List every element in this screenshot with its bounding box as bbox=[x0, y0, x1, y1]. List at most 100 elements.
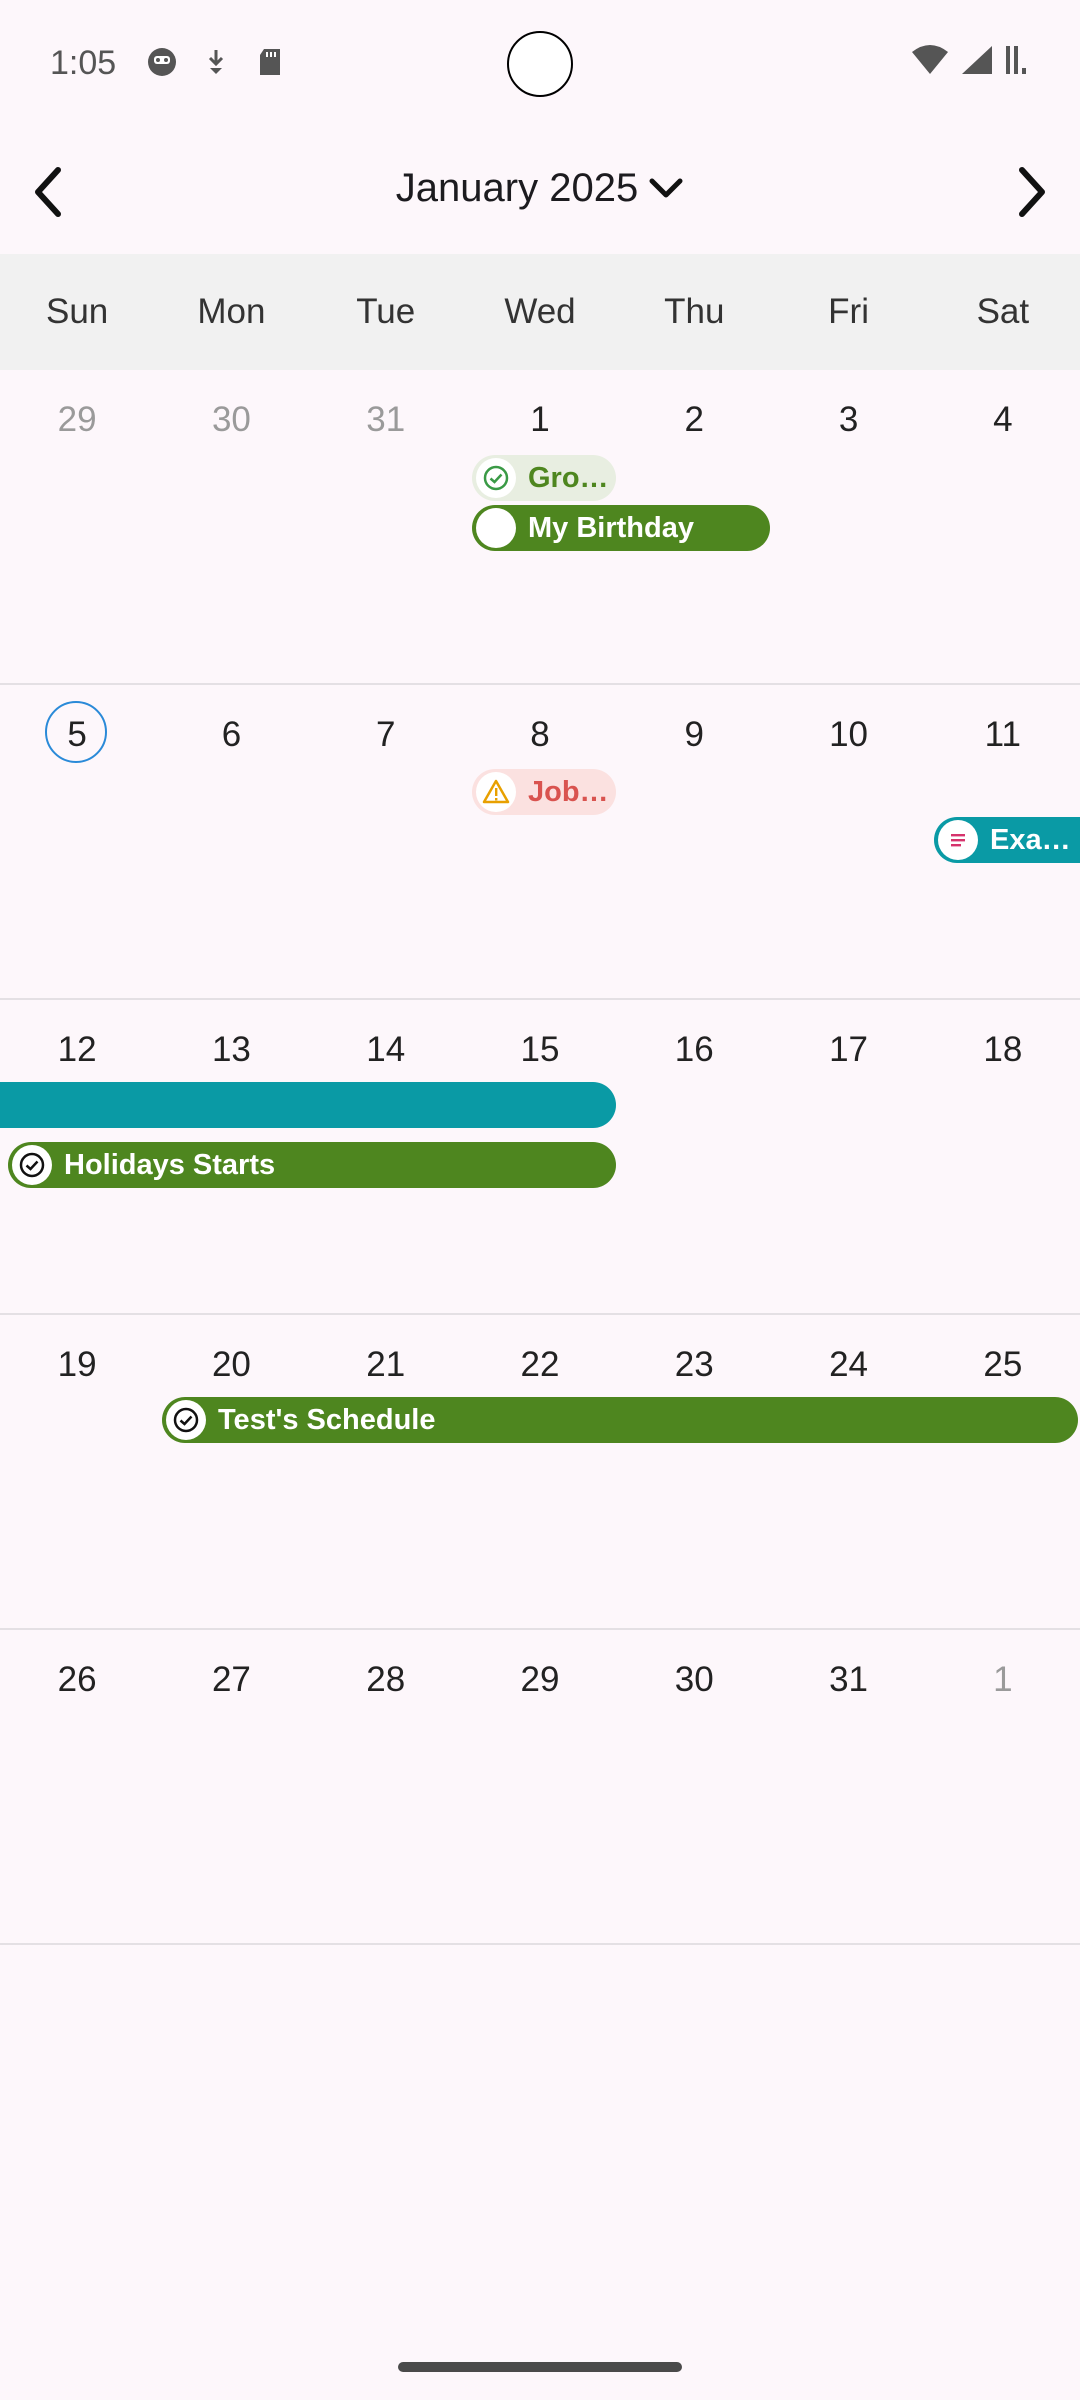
day-cell[interactable]: 31 bbox=[771, 1630, 925, 1943]
day-number: 31 bbox=[366, 400, 406, 439]
month-selector[interactable]: January 2025 bbox=[0, 166, 1080, 211]
day-cell[interactable]: 18 bbox=[926, 1000, 1080, 1313]
day-number: 4 bbox=[993, 400, 1013, 439]
day-number: 7 bbox=[375, 715, 396, 754]
check-circle-icon bbox=[12, 1145, 52, 1185]
event-label: Gro… bbox=[528, 461, 609, 494]
event-label: Holidays Starts bbox=[64, 1148, 276, 1181]
download-icon bbox=[208, 50, 224, 74]
day-number: 29 bbox=[57, 400, 97, 439]
day-number: 13 bbox=[211, 1030, 251, 1069]
weekday-label: Wed bbox=[504, 292, 576, 331]
day-number: 9 bbox=[684, 715, 704, 754]
day-number: 1 bbox=[993, 1660, 1013, 1699]
weekday-label: Tue bbox=[356, 292, 416, 331]
day-number: 2 bbox=[684, 400, 704, 439]
day-number: 29 bbox=[520, 1660, 560, 1699]
event-label: Job… bbox=[528, 775, 609, 808]
check-circle-icon bbox=[476, 458, 516, 498]
event-groceries[interactable]: Gro… bbox=[472, 455, 616, 501]
day-cell[interactable]: 24 bbox=[771, 1315, 925, 1628]
calendar-week: 19 20 21 22 23 24 25 Test's Schedule bbox=[0, 1315, 1080, 1630]
day-cell[interactable]: 17 bbox=[771, 1000, 925, 1313]
day-cell[interactable]: 30 bbox=[617, 1630, 771, 1943]
day-number: 30 bbox=[674, 1660, 714, 1699]
notes-icon bbox=[938, 820, 978, 860]
status-icons-left bbox=[146, 46, 286, 78]
warning-icon bbox=[476, 772, 516, 812]
day-cell[interactable]: 4 bbox=[926, 370, 1080, 683]
circle-icon bbox=[476, 508, 516, 548]
day-number: 10 bbox=[829, 715, 869, 754]
day-number: 26 bbox=[57, 1660, 97, 1699]
day-cell[interactable]: 27 bbox=[154, 1630, 308, 1943]
weekday-label: Mon bbox=[197, 292, 266, 331]
day-cell[interactable]: 6 bbox=[154, 685, 308, 998]
weekday-label: Sat bbox=[976, 292, 1030, 331]
camera-cutout bbox=[507, 31, 573, 97]
day-number: 30 bbox=[211, 400, 251, 439]
day-cell[interactable]: 29 bbox=[0, 370, 154, 683]
day-cell[interactable]: 25 bbox=[926, 1315, 1080, 1628]
calendar-week: 26 27 28 29 30 31 1 bbox=[0, 1630, 1080, 1945]
home-indicator[interactable] bbox=[398, 2362, 682, 2372]
day-cell[interactable]: 31 bbox=[309, 370, 463, 683]
status-bar: 1:05 bbox=[0, 0, 1080, 130]
day-number: 23 bbox=[674, 1345, 714, 1384]
chevron-down-icon bbox=[649, 178, 683, 197]
weekday-label: Sun bbox=[46, 292, 109, 331]
day-cell[interactable]: 3 bbox=[771, 370, 925, 683]
day-number: 12 bbox=[57, 1030, 97, 1069]
event-label: My Birthday bbox=[528, 511, 694, 544]
event-holidays-starts[interactable]: Holidays Starts bbox=[8, 1142, 616, 1188]
day-cell[interactable]: 10 bbox=[771, 685, 925, 998]
calendar-week: 12 13 14 15 16 17 18 Holidays Starts bbox=[0, 1000, 1080, 1315]
battery-icon bbox=[1006, 46, 1026, 74]
day-cell[interactable]: 19 bbox=[0, 1315, 154, 1628]
wifi-icon bbox=[912, 45, 948, 74]
day-number: 22 bbox=[520, 1345, 560, 1384]
day-number: 25 bbox=[983, 1345, 1023, 1384]
day-cell[interactable]: 9 bbox=[617, 685, 771, 998]
day-cell[interactable]: 5 bbox=[0, 685, 154, 998]
day-cell[interactable]: 26 bbox=[0, 1630, 154, 1943]
event-tests-schedule[interactable]: Test's Schedule bbox=[162, 1397, 1078, 1443]
event-label: Test's Schedule bbox=[218, 1403, 436, 1436]
day-cell[interactable]: 20 bbox=[154, 1315, 308, 1628]
day-cell[interactable]: 21 bbox=[309, 1315, 463, 1628]
weekday-label: Thu bbox=[664, 292, 725, 331]
day-number: 6 bbox=[221, 715, 242, 754]
day-cell[interactable]: 30 bbox=[154, 370, 308, 683]
event-exam-continued[interactable] bbox=[0, 1082, 616, 1128]
next-month-button[interactable] bbox=[1000, 160, 1064, 224]
day-number: 20 bbox=[211, 1345, 251, 1384]
calendar-week: 5 6 7 8 9 10 11 Job… Exa… bbox=[0, 685, 1080, 1000]
day-number: 24 bbox=[829, 1345, 869, 1384]
day-cell[interactable]: 29 bbox=[463, 1630, 617, 1943]
calendar-week: 29 30 31 1 2 3 4 Gro… My Birthday bbox=[0, 370, 1080, 685]
weekday-header: Sun Mon Tue Wed Thu Fri Sat bbox=[0, 254, 1080, 370]
chevron-right-icon bbox=[1019, 167, 1045, 217]
day-cell[interactable]: 7 bbox=[309, 685, 463, 998]
day-number: 21 bbox=[366, 1345, 406, 1384]
event-exam[interactable]: Exa… bbox=[934, 817, 1080, 863]
month-header: January 2025 bbox=[0, 130, 1080, 254]
cellular-icon bbox=[962, 46, 992, 74]
event-job[interactable]: Job… bbox=[472, 769, 616, 815]
sd-card-icon bbox=[260, 49, 280, 75]
month-title: January 2025 bbox=[395, 166, 639, 210]
day-number: 1 bbox=[530, 400, 550, 439]
day-number: 17 bbox=[829, 1030, 869, 1069]
day-number: 31 bbox=[829, 1660, 869, 1699]
event-my-birthday[interactable]: My Birthday bbox=[472, 505, 770, 551]
day-number: 27 bbox=[211, 1660, 251, 1699]
day-number: 16 bbox=[674, 1030, 714, 1069]
status-time: 1:05 bbox=[50, 44, 117, 82]
day-cell[interactable]: 22 bbox=[463, 1315, 617, 1628]
day-cell[interactable]: 16 bbox=[617, 1000, 771, 1313]
day-cell[interactable]: 28 bbox=[309, 1630, 463, 1943]
day-number: 8 bbox=[530, 715, 550, 754]
day-cell[interactable]: 1 bbox=[926, 1630, 1080, 1943]
day-cell[interactable]: 8 bbox=[463, 685, 617, 998]
day-cell[interactable]: 23 bbox=[617, 1315, 771, 1628]
